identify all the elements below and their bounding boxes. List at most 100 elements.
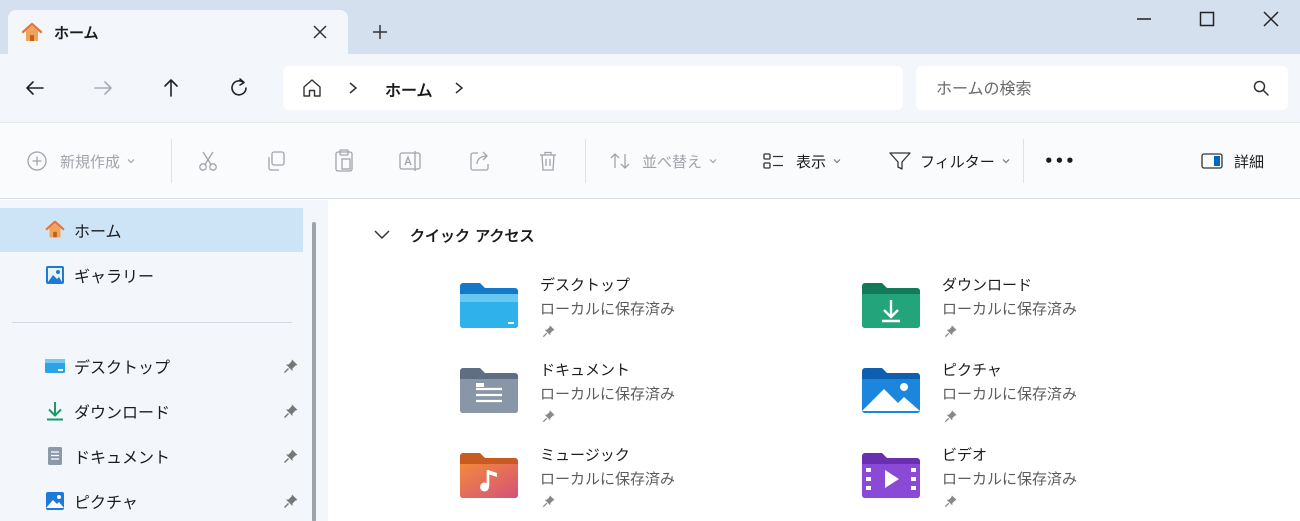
chevron-down-icon <box>127 159 135 164</box>
sidebar-item-pictures[interactable]: ピクチャ <box>0 479 303 521</box>
quick-access-desktop[interactable]: デスクトップ ローカルに保存済み <box>458 272 778 352</box>
refresh-icon[interactable] <box>226 75 252 101</box>
pin-icon <box>944 495 957 508</box>
document-icon <box>48 447 62 465</box>
pictures-folder-icon <box>862 368 920 413</box>
content-pane: クイック アクセス デスクトップ ローカルに保存済み ダウンロード ローカルに保… <box>328 200 1300 521</box>
folder-name: ダウンロード <box>942 276 1033 294</box>
home-icon[interactable] <box>301 77 323 99</box>
sidebar-item-label: ホーム <box>74 222 122 241</box>
pin-icon <box>542 325 555 338</box>
chevron-right-icon[interactable] <box>347 81 359 95</box>
pin-icon <box>944 325 957 338</box>
back-icon[interactable] <box>22 75 48 101</box>
quick-access-videos[interactable]: ビデオ ローカルに保存済み <box>860 442 1180 521</box>
search-input[interactable] <box>916 66 1236 110</box>
view-button[interactable]: 表示 <box>762 147 842 175</box>
paste-icon[interactable] <box>332 148 356 174</box>
share-icon[interactable] <box>468 149 492 173</box>
quick-access-documents[interactable]: ドキュメント ローカルに保存済み <box>458 357 778 437</box>
details-button[interactable]: 詳細 <box>1200 147 1264 175</box>
sort-button[interactable]: 並べ替え <box>608 147 718 175</box>
quick-access-header[interactable]: クイック アクセス <box>372 222 534 248</box>
delete-icon[interactable] <box>536 149 560 173</box>
folder-status: ローカルに保存済み <box>942 300 1078 318</box>
sidebar-item-home[interactable]: ホーム <box>0 208 303 252</box>
folder-status: ローカルに保存済み <box>942 470 1078 488</box>
sort-label: 並べ替え <box>642 152 703 171</box>
download-icon <box>47 402 63 421</box>
sidebar-scrollbar[interactable] <box>312 222 316 521</box>
up-icon[interactable] <box>158 75 184 101</box>
folder-status: ローカルに保存済み <box>540 300 676 318</box>
folder-name: ミュージック <box>540 446 630 464</box>
sidebar-divider <box>12 322 292 323</box>
filter-icon <box>889 152 911 170</box>
tab-title: ホーム <box>54 24 99 42</box>
quick-access-downloads[interactable]: ダウンロード ローカルに保存済み <box>860 272 1180 352</box>
section-title: クイック アクセス <box>410 226 535 245</box>
sidebar-item-label: ダウンロード <box>74 403 171 422</box>
sidebar-item-downloads[interactable]: ダウンロード <box>0 389 303 433</box>
chevron-down-icon[interactable] <box>372 228 392 242</box>
pin-icon[interactable] <box>283 448 299 464</box>
details-label: 詳細 <box>1234 152 1265 171</box>
new-button[interactable]: 新規作成 <box>26 147 136 175</box>
folder-name: ビデオ <box>942 446 988 464</box>
maximize-icon[interactable] <box>1195 8 1219 30</box>
gallery-icon <box>46 266 64 284</box>
folder-name: デスクトップ <box>540 276 631 294</box>
pin-icon <box>542 410 555 423</box>
pin-icon[interactable] <box>283 403 299 419</box>
new-tab-icon[interactable] <box>368 20 392 44</box>
toolbar-divider <box>585 139 586 183</box>
sidebar-item-label: ドキュメント <box>74 448 171 467</box>
address-bar[interactable]: ホーム <box>283 66 903 110</box>
navigation-bar: ホーム <box>0 54 1300 122</box>
window-close-icon[interactable] <box>1259 8 1283 30</box>
minimize-icon[interactable] <box>1132 8 1156 30</box>
rename-icon[interactable] <box>398 149 424 173</box>
search-icon[interactable] <box>1252 79 1270 97</box>
sidebar-item-desktop[interactable]: デスクトップ <box>0 344 303 388</box>
pin-icon <box>542 495 555 508</box>
chevron-down-icon <box>833 159 841 164</box>
folder-status: ローカルに保存済み <box>540 385 676 403</box>
chevron-right-icon[interactable] <box>453 81 465 95</box>
breadcrumb-home[interactable]: ホーム <box>385 77 433 101</box>
copy-icon[interactable] <box>264 149 288 173</box>
chevron-down-icon <box>709 159 717 164</box>
home-color-icon <box>21 22 43 41</box>
search-box[interactable] <box>916 66 1288 110</box>
folder-status: ローカルに保存済み <box>942 385 1078 403</box>
toolbar-divider <box>1023 139 1024 183</box>
sidebar-item-label: ピクチャ <box>74 493 138 512</box>
folder-name: ドキュメント <box>540 361 631 379</box>
pin-icon[interactable] <box>283 358 299 374</box>
sidebar-item-documents[interactable]: ドキュメント <box>0 434 303 478</box>
folder-name: ピクチャ <box>942 361 1002 379</box>
sidebar-item-label: デスクトップ <box>74 358 171 377</box>
quick-access-pictures[interactable]: ピクチャ ローカルに保存済み <box>860 357 1180 437</box>
pictures-icon <box>46 492 64 510</box>
download-folder-icon <box>862 283 920 328</box>
sidebar-item-gallery[interactable]: ギャラリー <box>0 253 303 297</box>
filter-button[interactable]: フィルター <box>888 147 1011 175</box>
desktop-folder-icon <box>45 359 65 373</box>
command-bar: 新規作成 並べ替え 表示 フィルター ••• 詳細 <box>0 122 1300 199</box>
view-list-icon <box>763 153 783 169</box>
videos-folder-icon <box>862 453 920 498</box>
tab-home[interactable]: ホーム <box>8 10 348 55</box>
pin-icon <box>944 410 957 423</box>
quick-access-music[interactable]: ミュージック ローカルに保存済み <box>458 442 778 521</box>
details-pane-icon <box>1201 153 1223 169</box>
home-color-icon <box>45 220 65 238</box>
documents-folder-icon <box>460 368 518 413</box>
more-options-button[interactable]: ••• <box>1044 147 1076 175</box>
pin-icon[interactable] <box>283 493 299 509</box>
folder-status: ローカルに保存済み <box>540 470 676 488</box>
cut-icon[interactable] <box>196 149 220 173</box>
filter-label: フィルター <box>920 152 995 171</box>
forward-icon[interactable] <box>90 75 116 101</box>
close-icon[interactable] <box>310 22 330 42</box>
